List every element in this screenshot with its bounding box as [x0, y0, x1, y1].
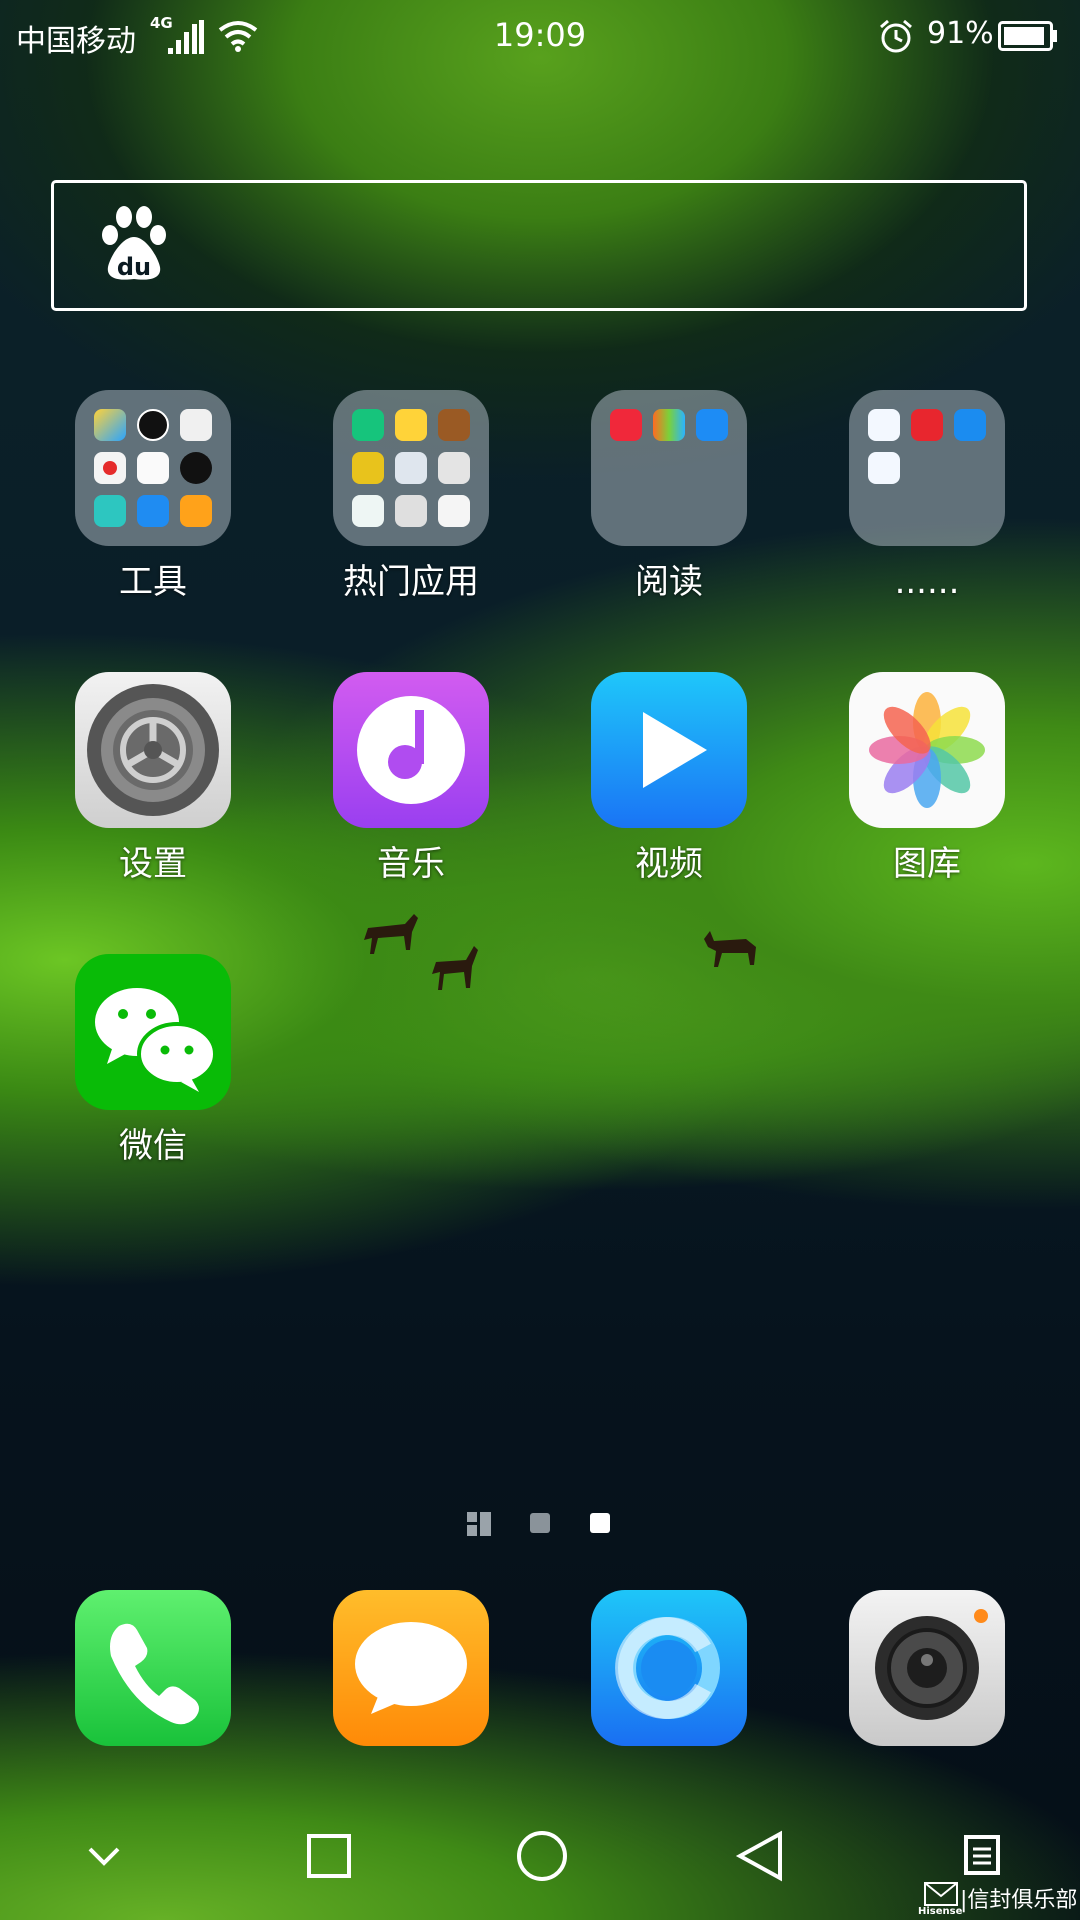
chevron-down-icon[interactable]: [86, 1845, 122, 1867]
horse-illustration: [704, 931, 756, 967]
bear-icon: [438, 495, 470, 527]
magnet-icon: [137, 495, 169, 527]
app-settings[interactable]: 设置: [53, 672, 253, 884]
menu-icon[interactable]: [964, 1835, 1000, 1875]
browser-icon: [591, 1590, 747, 1746]
battery-percent: 91%: [927, 16, 994, 51]
location-icon: [94, 495, 126, 527]
reader-icon: [395, 495, 427, 527]
video-icon: [591, 672, 747, 828]
page-dot[interactable]: [530, 1513, 550, 1533]
weather-icon: [94, 409, 126, 441]
video-player-icon: [352, 495, 384, 527]
watermark-brand: Hisense: [918, 1906, 963, 1917]
clock: 19:09: [493, 16, 587, 54]
envelope-icon: [924, 1882, 958, 1906]
recorder-icon: [94, 452, 126, 484]
app-label: 设置: [119, 844, 187, 884]
messages-icon: [333, 1590, 489, 1746]
status-bar: 中国移动 4G 19:09 91%: [0, 0, 1080, 72]
folder-label: 工具: [119, 562, 187, 602]
dock-camera[interactable]: [827, 1590, 1027, 1746]
folder-misc-tile: [849, 390, 1005, 546]
recents-square-icon[interactable]: [306, 1833, 352, 1879]
page-dot-active[interactable]: [590, 1513, 610, 1533]
dock-phone[interactable]: [53, 1590, 253, 1746]
translate-icon: [395, 452, 427, 484]
battery-icon: [998, 21, 1057, 51]
folder-label: 阅读: [635, 562, 703, 602]
horse-illustration: [364, 914, 418, 954]
clock-app-icon: [137, 409, 169, 441]
folder-popular-apps-tile: [333, 390, 489, 546]
ebook-icon: [696, 409, 728, 441]
folder-tools-tile: [75, 390, 231, 546]
folder-tools[interactable]: 工具: [53, 390, 253, 602]
bookmark-icon: [610, 409, 642, 441]
alarm-icon: [880, 19, 912, 53]
alien-icon: [438, 452, 470, 484]
wechat-icon: [75, 954, 231, 1110]
books-icon: [653, 409, 685, 441]
notes-icon: [137, 452, 169, 484]
app-gallery[interactable]: 图库: [827, 672, 1027, 884]
folder-reading-tile: [591, 390, 747, 546]
dock-messages[interactable]: [311, 1590, 511, 1746]
security-icon: [352, 409, 384, 441]
app-label: 微信: [119, 1126, 187, 1166]
settings-icon: [75, 672, 231, 828]
baidu-logo-text: du: [116, 253, 152, 281]
horse-illustration: [432, 946, 478, 990]
folder-label: 热门应用: [343, 562, 479, 602]
folder-label: ......: [894, 562, 960, 602]
folder-reading[interactable]: 阅读: [569, 390, 769, 602]
home-circle-icon[interactable]: [516, 1830, 568, 1882]
back-triangle-icon[interactable]: [734, 1830, 784, 1882]
compass-icon: [180, 452, 212, 484]
page-indicator-dashboard-icon[interactable]: [467, 1512, 491, 1536]
baidu-search-widget[interactable]: du: [51, 180, 1027, 311]
app-video[interactable]: 视频: [569, 672, 769, 884]
game-icon: [438, 409, 470, 441]
files-icon: [180, 495, 212, 527]
folder-misc[interactable]: ......: [827, 390, 1027, 602]
china-mobile-icon: [868, 409, 900, 441]
app-label: 视频: [635, 844, 703, 884]
music-icon: [333, 672, 489, 828]
calculator-icon: [180, 409, 212, 441]
weibo-icon: [395, 409, 427, 441]
gallery-icon: [849, 672, 1005, 828]
dock-browser[interactable]: [569, 1590, 769, 1746]
flower-app-icon: [911, 409, 943, 441]
camera-icon: [849, 1590, 1005, 1746]
phone-icon: [75, 1590, 231, 1746]
app-label: 图库: [893, 844, 961, 884]
puzzle-icon: [352, 452, 384, 484]
app-wechat[interactable]: 微信: [53, 954, 253, 1166]
app-label: 音乐: [377, 844, 445, 884]
app-music[interactable]: 音乐: [311, 672, 511, 884]
china-mobile-app-icon: [868, 452, 900, 484]
folder-popular-apps[interactable]: 热门应用: [311, 390, 511, 602]
alipay-icon: [954, 409, 986, 441]
watermark-text: |信封俱乐部: [960, 1888, 1078, 1913]
